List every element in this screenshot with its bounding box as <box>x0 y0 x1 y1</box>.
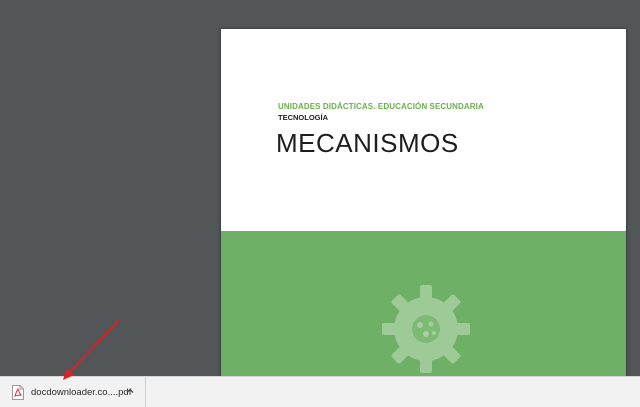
pdf-file-icon <box>12 385 24 400</box>
gear-icon <box>382 285 470 373</box>
cover-title: MECANISMOS <box>276 128 459 158</box>
pdf-viewer-area[interactable]: UNIDADES DIDÁCTICAS. EDUCACIÓN SECUNDARI… <box>0 0 640 376</box>
chevron-up-icon[interactable] <box>125 386 135 396</box>
download-bar: docdownloader.co....pdf <box>0 376 640 407</box>
cover-subject: TECNOLOGÍA <box>278 113 328 122</box>
cover-subtitle: UNIDADES DIDÁCTICAS. EDUCACIÓN SECUNDARI… <box>278 102 484 111</box>
download-file-name: docdownloader.co....pdf <box>31 387 132 398</box>
download-item[interactable]: docdownloader.co....pdf <box>0 377 146 407</box>
pdf-page: UNIDADES DIDÁCTICAS. EDUCACIÓN SECUNDARI… <box>221 29 626 376</box>
cover-header: UNIDADES DIDÁCTICAS. EDUCACIÓN SECUNDARI… <box>221 29 626 231</box>
cover-green-panel <box>221 231 626 376</box>
